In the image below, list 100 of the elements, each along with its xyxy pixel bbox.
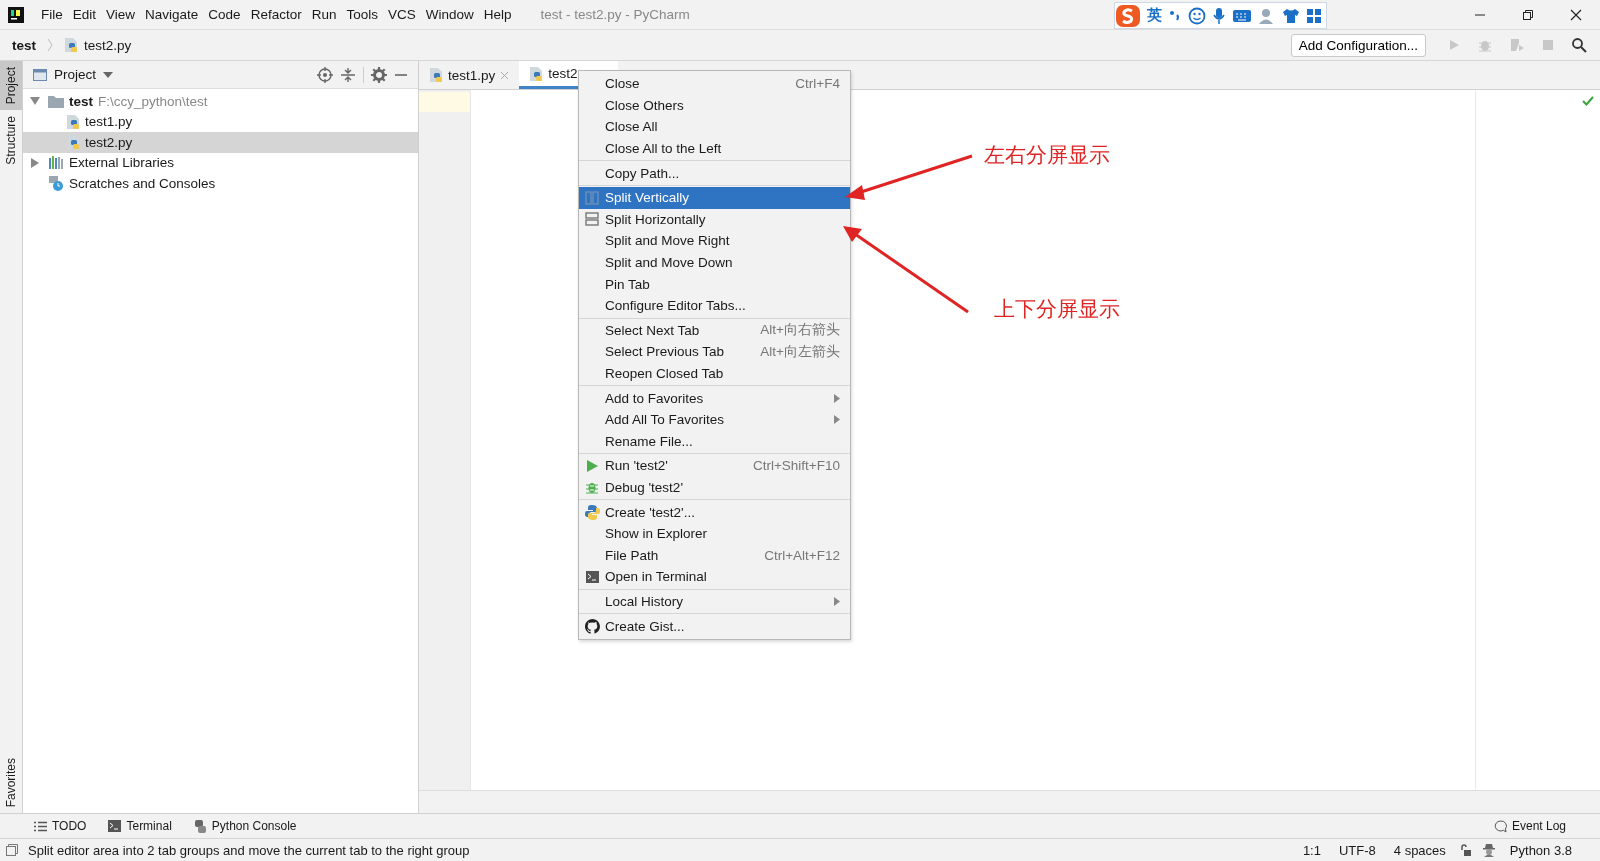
editor-tab[interactable]: test1.py [419, 61, 520, 89]
collapsed-arrow-icon[interactable] [31, 157, 39, 168]
menu-item[interactable]: Configure Editor Tabs... [579, 294, 850, 317]
microphone-icon[interactable] [1212, 6, 1226, 25]
python-file-icon [529, 65, 544, 82]
list-icon [34, 820, 47, 832]
tree-item[interactable]: test F:\ccy_python\test [23, 91, 418, 112]
menu-item[interactable]: Run 'test2' Ctrl+Shift+F10 [579, 455, 850, 477]
search-icon[interactable] [1571, 37, 1587, 53]
event-log-button[interactable]: Event Log [1493, 819, 1566, 833]
caret-position[interactable]: 1:1 [1302, 842, 1321, 858]
menu-item[interactable]: File [36, 7, 68, 22]
grid-icon[interactable] [1306, 7, 1322, 24]
tool-window-button[interactable]: Python Console [193, 819, 297, 833]
menu-item[interactable]: VCS [382, 7, 421, 22]
menu-item[interactable]: Close All to the Left [579, 137, 850, 160]
menu-item[interactable]: Reopen Closed Tab [579, 362, 850, 385]
menu-item[interactable]: Create 'test2'... [579, 501, 850, 523]
terminal-icon [108, 820, 122, 832]
menu-item[interactable]: View [101, 7, 141, 22]
menu-item[interactable]: Add All To Favorites [579, 408, 850, 431]
status-message: Split editor area into 2 tab groups and move the current tab to the right group [28, 842, 470, 858]
indent-setting[interactable]: 4 spaces [1393, 842, 1446, 858]
menu-item[interactable]: Local History [579, 590, 850, 613]
tool-window-button[interactable]: Terminal [108, 819, 172, 833]
chevron-icon [47, 38, 53, 52]
menu-item[interactable]: Select Previous Tab Alt+向左箭头 [579, 341, 850, 363]
panel-icon [33, 68, 47, 81]
menu-item[interactable]: Pin Tab [579, 273, 850, 295]
menu-item[interactable]: Show in Explorer [579, 522, 850, 545]
app-logo-icon [8, 6, 24, 23]
split-horizontal-icon [585, 212, 599, 227]
panel-title[interactable]: Project [54, 67, 97, 82]
tool-window-tab[interactable]: Project [0, 61, 22, 111]
annotation-label: 左右分屏显示 [984, 142, 1110, 168]
menu-item[interactable]: Split Vertically [579, 186, 850, 209]
file-encoding[interactable]: UTF-8 [1338, 842, 1376, 858]
menu-item[interactable]: Open in Terminal [579, 566, 850, 588]
python-file-icon [66, 134, 80, 151]
tree-item[interactable]: External Libraries [23, 152, 418, 173]
expanded-arrow-icon[interactable] [30, 97, 40, 106]
python-file-icon [64, 37, 78, 53]
close-icon[interactable] [1570, 8, 1582, 21]
menu-item[interactable]: Help [478, 7, 517, 22]
menu-item[interactable]: File Path Ctrl+Alt+F12 [579, 544, 850, 567]
menu-item[interactable]: Code [203, 7, 246, 22]
python-icon [584, 504, 600, 520]
current-line-highlight [419, 92, 470, 112]
checkmark-icon [1582, 96, 1594, 106]
run-icon [586, 459, 598, 472]
octocat-icon [584, 618, 600, 634]
shirt-icon[interactable] [1282, 6, 1300, 25]
tool-window-button[interactable]: TODO [34, 819, 87, 833]
menu-item[interactable]: Window [420, 7, 479, 22]
menu-item[interactable]: Refactor [245, 7, 307, 22]
menu-item[interactable]: Tools [341, 7, 383, 22]
menu-item[interactable]: Split Horizontally [579, 208, 850, 231]
split-vertical-icon [585, 190, 599, 205]
menu-item[interactable]: Close All [579, 116, 850, 138]
tool-window-tab[interactable]: Structure [0, 110, 22, 172]
menu-item[interactable]: Split and Move Down [579, 251, 850, 274]
smiley-icon[interactable] [1188, 6, 1206, 25]
python-icon [193, 819, 207, 833]
bug-icon [585, 480, 599, 495]
tree-item[interactable]: test2.py [23, 132, 418, 153]
menu-item[interactable]: Copy Path... [579, 162, 850, 184]
restore-icon[interactable] [1522, 8, 1534, 21]
tree-item[interactable]: Scratches and Consoles [23, 173, 418, 194]
window-title: test - test2.py - PyCharm [540, 7, 690, 22]
menu-item[interactable]: Create Gist... [579, 615, 850, 637]
ime-language-toggle[interactable]: 英 [1147, 6, 1162, 25]
menu-item[interactable]: Run [306, 7, 342, 22]
tree-item[interactable]: test1.py [23, 111, 418, 132]
python-file-icon [66, 113, 80, 130]
menu-item[interactable]: Close Others [579, 94, 850, 117]
library-icon [48, 156, 64, 170]
add-configuration-button[interactable]: Add Configuration... [1290, 33, 1426, 57]
dropdown-caret-icon[interactable] [103, 71, 114, 78]
menu-item[interactable]: Select Next Tab Alt+向右箭头 [579, 319, 850, 342]
toggle-panels-icon[interactable] [6, 844, 18, 856]
interpreter-setting[interactable]: Python 3.8 [1509, 842, 1572, 858]
keyboard-icon[interactable] [1232, 7, 1252, 24]
menu-item[interactable]: Rename File... [579, 430, 850, 453]
annotation-label: 上下分屏显示 [994, 296, 1120, 322]
menu-item[interactable]: Edit [67, 7, 102, 22]
speech-bubble-icon [1493, 819, 1507, 833]
terminal-icon [585, 570, 599, 583]
unlocked-icon[interactable] [1459, 844, 1472, 856]
tool-window-tab[interactable]: Favorites [0, 751, 22, 813]
menu-item[interactable]: Split and Move Right [579, 230, 850, 252]
locate-icon[interactable] [317, 66, 333, 83]
collapse-all-icon[interactable] [340, 66, 356, 83]
python-file-icon [429, 67, 443, 83]
menu-item[interactable]: Navigate [140, 7, 204, 22]
breadcrumb[interactable]: test2.py [84, 37, 132, 53]
menu-item[interactable]: Debug 'test2' [579, 476, 850, 499]
settings-icon[interactable] [371, 66, 387, 83]
menu-item[interactable]: Add to Favorites [579, 387, 850, 409]
inspector-icon[interactable] [1481, 843, 1496, 857]
breadcrumb[interactable]: test [12, 37, 36, 53]
